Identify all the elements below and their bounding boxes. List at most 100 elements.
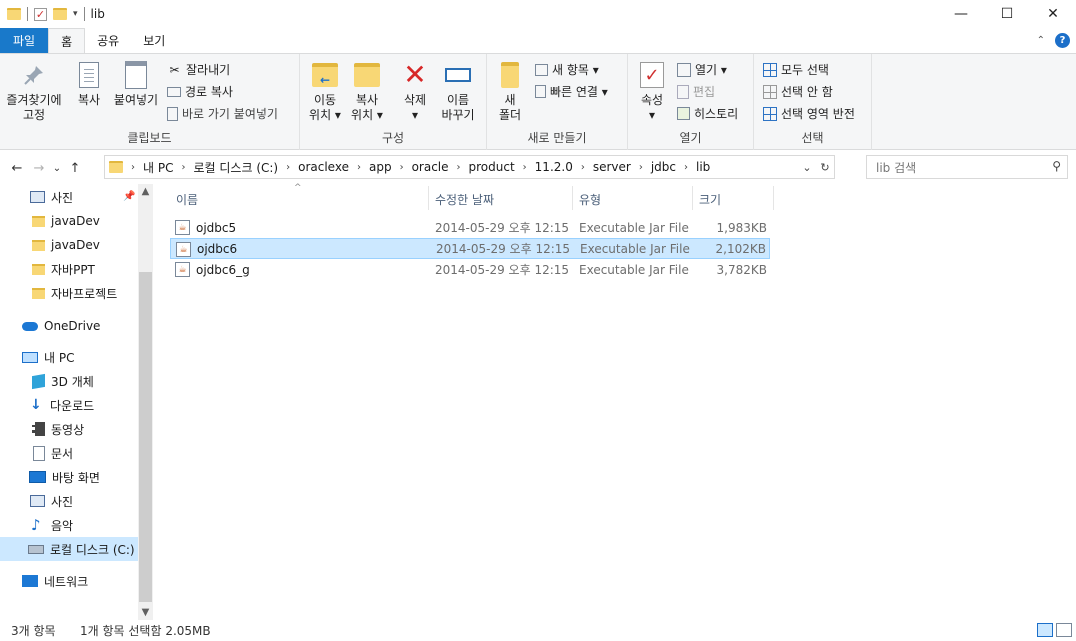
- nav-item-3d-objects[interactable]: 3D 개체: [0, 369, 138, 393]
- open-button[interactable]: 열기 ▾: [677, 61, 727, 78]
- breadcrumb-item[interactable]: oraclexe: [298, 160, 349, 174]
- breadcrumb-item[interactable]: 11.2.0: [535, 160, 573, 174]
- breadcrumb-separator-icon[interactable]: ›: [457, 162, 461, 173]
- nav-item-music[interactable]: ♪ 음악: [0, 513, 138, 537]
- nav-item-downloads[interactable]: ↓ 다운로드: [0, 393, 138, 417]
- file-row[interactable]: ☕ ojdbc5 2014-05-29 오후 12:15 Executable …: [170, 217, 770, 238]
- copy-to-button[interactable]: 복사 위치 ▾: [348, 60, 386, 123]
- paste-button[interactable]: 붙여넣기: [110, 60, 162, 108]
- breadcrumb-separator-icon[interactable]: ›: [286, 162, 290, 173]
- delete-button[interactable]: ✕ 삭제 ▾: [398, 60, 432, 123]
- move-to-button[interactable]: ← 이동 위치 ▾: [306, 60, 344, 123]
- window-controls: — ☐ ✕: [938, 0, 1076, 28]
- nav-item-desktop[interactable]: 바탕 화면: [0, 465, 138, 489]
- breadcrumb-item[interactable]: lib: [696, 160, 710, 174]
- copy-path-button[interactable]: 경로 복사: [167, 83, 233, 100]
- copy-button[interactable]: 복사: [74, 60, 104, 108]
- breadcrumb-separator-icon[interactable]: ›: [639, 162, 643, 173]
- nav-item-javadev[interactable]: javaDev: [0, 209, 138, 233]
- properties-icon[interactable]: ✓: [34, 7, 47, 21]
- customize-toolbar-icon[interactable]: ▾: [73, 9, 78, 19]
- column-header-date[interactable]: 수정한 날짜: [435, 191, 494, 208]
- scroll-up-icon[interactable]: ▲: [138, 186, 153, 197]
- maximize-button[interactable]: ☐: [984, 0, 1030, 28]
- nav-item-videos[interactable]: 동영상: [0, 417, 138, 441]
- scrollbar-thumb[interactable]: [139, 272, 152, 602]
- new-folder-button[interactable]: 새 폴더: [495, 60, 525, 123]
- nav-item-this-pc[interactable]: 내 PC: [0, 345, 138, 369]
- breadcrumb-separator-icon[interactable]: ›: [523, 162, 527, 173]
- nav-item-network[interactable]: 네트워크: [0, 569, 138, 593]
- file-row-selected[interactable]: ☕ ojdbc6 2014-05-29 오후 12:15 Executable …: [170, 238, 770, 259]
- edit-button[interactable]: 편집: [677, 83, 715, 100]
- select-none-button[interactable]: 선택 안 함: [762, 83, 833, 100]
- nav-item-java-ppt[interactable]: 자바PPT: [0, 257, 138, 281]
- rename-button[interactable]: 이름 바꾸기: [438, 60, 478, 123]
- forward-button[interactable]: →: [28, 161, 50, 176]
- close-button[interactable]: ✕: [1030, 0, 1076, 28]
- nav-pane-scrollbar[interactable]: ▲ ▼: [138, 184, 153, 620]
- breadcrumb-item[interactable]: product: [469, 160, 515, 174]
- breadcrumb-separator-icon[interactable]: ›: [181, 162, 185, 173]
- nav-item-java-project[interactable]: 자바프로젝트: [0, 281, 138, 305]
- select-all-button[interactable]: 모두 선택: [762, 61, 829, 78]
- breadcrumb-item[interactable]: 내 PC: [143, 159, 173, 176]
- breadcrumb-item[interactable]: app: [369, 160, 392, 174]
- scroll-down-icon[interactable]: ▼: [138, 607, 153, 618]
- column-divider[interactable]: [572, 186, 573, 210]
- back-button[interactable]: ←: [6, 161, 28, 176]
- minimize-button[interactable]: —: [938, 0, 984, 28]
- help-icon[interactable]: ?: [1055, 33, 1070, 48]
- search-box[interactable]: lib 검색 ⚲: [866, 155, 1068, 179]
- history-icon: [677, 107, 690, 120]
- large-icons-view-icon[interactable]: [1056, 623, 1072, 637]
- nav-item-pictures-pinned[interactable]: 사진 📌: [0, 185, 138, 209]
- nav-item-pictures[interactable]: 사진: [0, 489, 138, 513]
- breadcrumb-item[interactable]: 로컬 디스크 (C:): [193, 159, 278, 176]
- breadcrumb-separator-icon[interactable]: ›: [581, 162, 585, 173]
- tab-home[interactable]: 홈: [48, 28, 86, 53]
- column-header-name[interactable]: 이름: [176, 191, 198, 208]
- refresh-icon[interactable]: ↻: [816, 161, 834, 174]
- collapse-ribbon-icon[interactable]: ⌃: [1037, 35, 1045, 46]
- recent-locations-button[interactable]: ⌄: [50, 163, 64, 174]
- column-divider[interactable]: [428, 186, 429, 210]
- easy-access-button[interactable]: 빠른 연결 ▾: [535, 83, 608, 100]
- cut-button[interactable]: ✂ 잘라내기: [167, 61, 230, 78]
- up-button[interactable]: ↑: [64, 161, 86, 176]
- tab-share[interactable]: 공유: [85, 28, 131, 53]
- pin-to-quick-access-button[interactable]: 즐겨찾기에 고정: [4, 60, 64, 123]
- breadcrumb-item[interactable]: server: [593, 160, 631, 174]
- tab-view[interactable]: 보기: [131, 28, 177, 53]
- column-divider[interactable]: [692, 186, 693, 210]
- history-button[interactable]: 히스토리: [677, 105, 738, 122]
- search-icon[interactable]: ⚲: [1052, 159, 1061, 173]
- breadcrumb-item[interactable]: oracle: [412, 160, 449, 174]
- invert-selection-button[interactable]: 선택 영역 반전: [762, 105, 855, 122]
- file-row[interactable]: ☕ ojdbc6_g 2014-05-29 오후 12:15 Executabl…: [170, 259, 770, 280]
- breadcrumb-separator-icon[interactable]: ›: [357, 162, 361, 173]
- invert-selection-label: 선택 영역 반전: [781, 107, 855, 121]
- tab-file[interactable]: 파일: [0, 28, 49, 53]
- breadcrumb-separator-icon[interactable]: ›: [684, 162, 688, 173]
- nav-item-local-disk[interactable]: 로컬 디스크 (C:): [0, 537, 138, 561]
- nav-item-onedrive[interactable]: OneDrive: [0, 314, 138, 338]
- breadcrumb-item[interactable]: jdbc: [651, 160, 676, 174]
- new-folder-icon[interactable]: [53, 8, 67, 20]
- column-header-size[interactable]: 크기: [699, 191, 721, 208]
- nav-item-javadev-2[interactable]: javaDev: [0, 233, 138, 257]
- paste-shortcut-button[interactable]: 바로 가기 붙여넣기: [167, 105, 278, 122]
- pin-icon: [19, 60, 49, 90]
- file-type: Executable Jar File: [579, 220, 689, 235]
- breadcrumb-separator-icon[interactable]: ›: [400, 162, 404, 173]
- network-icon: [22, 575, 38, 587]
- properties-button[interactable]: ✓ 속성 ▾: [636, 60, 668, 123]
- breadcrumb-separator-icon[interactable]: ›: [131, 162, 135, 173]
- address-history-icon[interactable]: ⌄: [798, 161, 816, 174]
- nav-item-documents[interactable]: 문서: [0, 441, 138, 465]
- address-bar[interactable]: › 내 PC › 로컬 디스크 (C:) › oraclexe › app › …: [104, 155, 835, 179]
- new-item-button[interactable]: 새 항목 ▾: [535, 61, 599, 78]
- details-view-icon[interactable]: [1037, 623, 1053, 637]
- column-divider[interactable]: [773, 186, 774, 210]
- column-header-type[interactable]: 유형: [579, 191, 601, 208]
